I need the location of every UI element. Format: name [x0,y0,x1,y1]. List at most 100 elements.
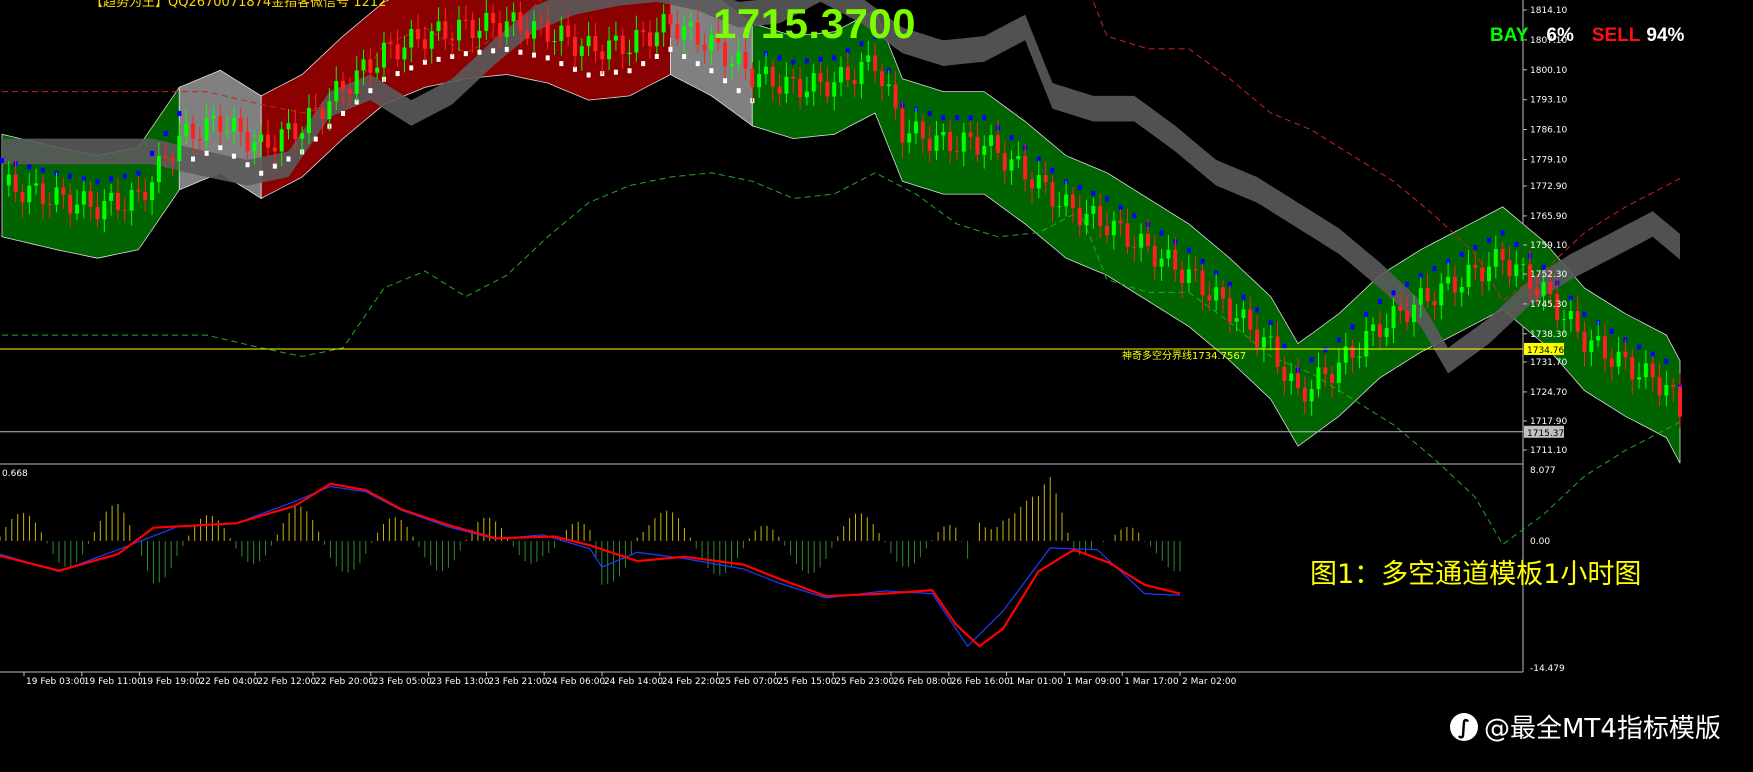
candle-body [954,150,959,152]
candle-body [136,189,141,192]
price-tick-label: 1717.90 [1530,417,1567,427]
candle-body [1371,324,1376,332]
trend-marker [723,78,728,84]
trend-marker [477,49,482,55]
candle-body [306,107,311,133]
time-tick-label: 26 Feb 16:00 [951,677,1010,687]
candle-body [1350,346,1355,358]
candle-body [757,74,762,88]
candle-body [566,25,571,37]
candle-body [1466,264,1471,288]
candle-body [484,12,489,31]
candle-body [1650,363,1655,378]
candle-body [634,30,639,53]
trend-marker [190,156,195,162]
candle-body [1507,260,1512,277]
candle-body [1582,331,1587,353]
candle-body [791,76,796,79]
time-tick-label: 23 Feb 05:00 [373,677,432,687]
candle-body [1459,287,1464,293]
candle-body [150,182,155,201]
candle-body [1043,175,1048,183]
trend-marker [286,156,291,162]
candle-body [361,59,366,71]
candle-body [231,117,236,132]
candle-body [20,192,25,203]
price-tag-label: 1715.37 [1527,429,1564,439]
candle-body [893,84,898,109]
candle-body [156,155,161,183]
price-chart[interactable]: 1734.76 神奇多空分界线1734.7567 1715.37 1814.10 180… [0,0,1753,772]
figure-caption: 图1：多空通道模板1小时图 [1310,559,1642,590]
candle-body [1480,267,1485,282]
price-tick-label: 1711.10 [1530,446,1567,456]
trend-marker [1009,135,1014,141]
candle-body [907,133,912,143]
candle-body [477,30,482,38]
candle-body [504,21,509,37]
candle-body [204,118,209,141]
candle-body [1220,287,1225,299]
trend-marker [818,56,823,62]
candle-body [1193,269,1198,271]
macd-tick-label: 8.077 [1530,466,1556,476]
candle-body [395,44,400,60]
candle-body [1446,276,1451,284]
trend-marker [68,173,73,179]
candle-body [1282,366,1287,381]
candle-body [1521,264,1526,266]
trend-marker [368,88,373,94]
candle-body [1637,377,1642,380]
trend-marker [231,153,236,159]
trend-marker [641,61,646,67]
candle-body [825,81,830,97]
candle-body [1241,309,1246,319]
trend-marker [1364,311,1369,317]
candle-body [1139,233,1144,248]
candle-body [1452,276,1457,293]
candle-body [218,116,223,133]
big-price-readout: 1715.3700 [713,0,917,47]
candle-body [668,13,673,25]
buy-percent: 6% [1546,25,1574,46]
trend-marker [1500,230,1505,236]
candle-body [900,108,905,143]
candle-body [388,42,393,45]
candle-body [572,36,577,56]
candle-body [279,129,284,152]
trend-marker [777,55,782,61]
trend-marker [668,46,673,52]
trend-marker [627,68,632,74]
candle-body [381,42,386,68]
candle-body [1261,337,1266,348]
trend-marker [1336,337,1341,343]
time-tick-label: 25 Feb 07:00 [720,677,779,687]
price-tick-label: 1786.10 [1530,126,1567,136]
trend-marker [1323,347,1328,353]
candle-body [1514,264,1519,277]
candle-body [1616,351,1621,367]
time-tick-label: 25 Feb 15:00 [777,677,836,687]
candle-body [300,132,305,139]
trend-marker [341,110,346,116]
candle-body [688,22,693,26]
candle-body [948,131,953,151]
trend-marker [0,157,4,163]
trend-marker [1514,241,1519,247]
candle-body [832,82,837,97]
candle-body [1132,246,1137,248]
candle-body [873,55,878,72]
candle-body [1036,175,1041,189]
time-tick-label: 19 Feb 03:00 [26,677,85,687]
candle-body [702,44,707,51]
candle-body [1664,384,1669,396]
candle-body [402,47,407,60]
candle-body [34,183,39,186]
candle-body [784,76,789,94]
candle-body [143,191,148,201]
trend-marker [1241,294,1246,300]
time-tick-label: 23 Feb 13:00 [431,677,490,687]
candle-body [1173,249,1178,270]
candle-body [1214,287,1219,301]
watermark: ∫ @最全MT4指标模版 [1450,708,1721,745]
